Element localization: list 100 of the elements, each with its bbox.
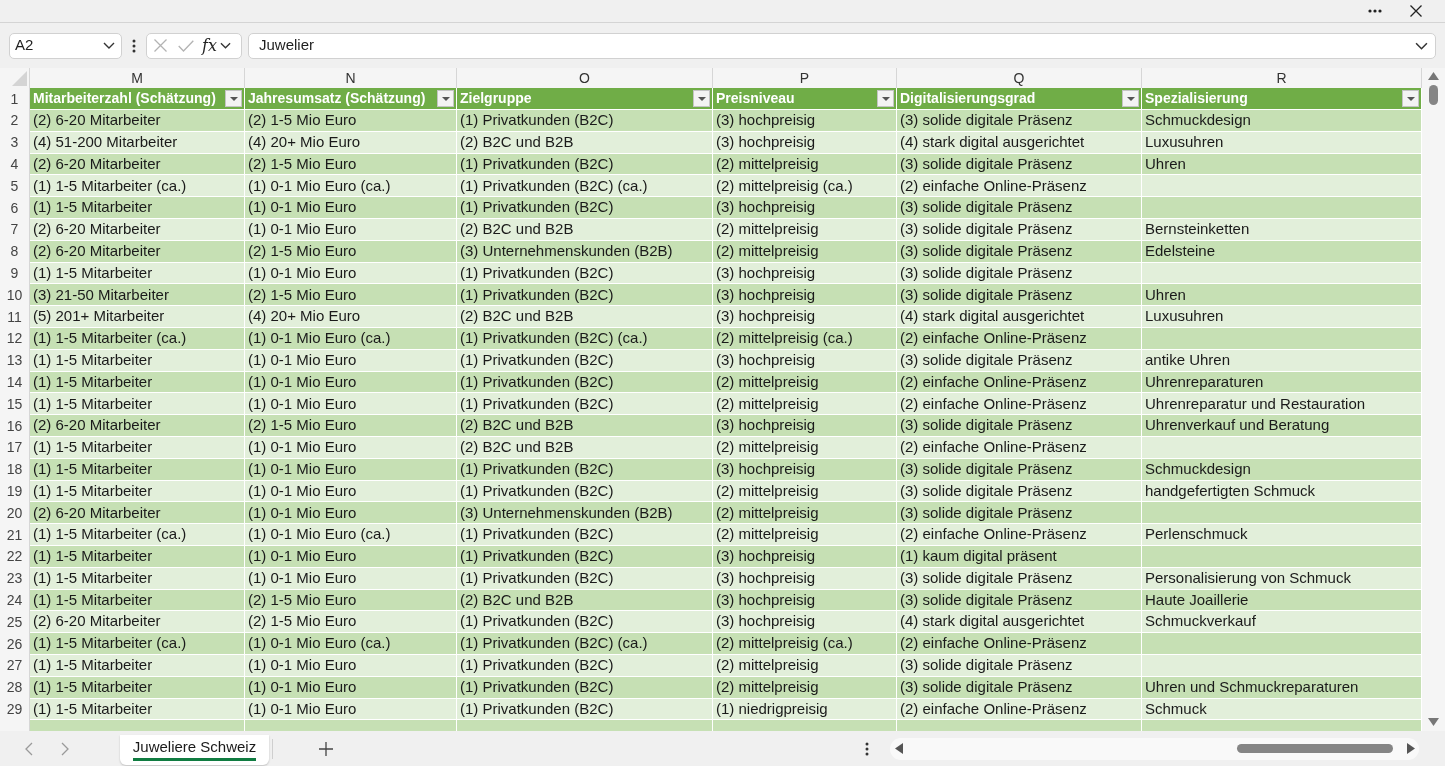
table-cell: Schmuck	[1142, 698, 1422, 721]
table-cell: (1) 0-1 Mio Euro (ca.)	[245, 175, 457, 198]
row-header[interactable]: 28	[0, 676, 30, 699]
add-sheet-icon[interactable]	[319, 741, 333, 756]
horizontal-scrollbar[interactable]	[890, 737, 1419, 760]
row-header[interactable]: 23	[0, 567, 30, 590]
table-cell: (2) 6-20 Mitarbeiter	[30, 240, 245, 263]
table-cell: (1) 0-1 Mio Euro	[245, 567, 457, 590]
row-header[interactable]: 26	[0, 633, 30, 655]
scroll-up-icon[interactable]	[1428, 72, 1439, 80]
row-header[interactable]: 17	[0, 436, 30, 459]
row-header[interactable]: 3	[0, 131, 30, 154]
table-cell: (3) hochpreisig	[713, 197, 897, 219]
table-cell: (1) Privatkunden (B2C)	[457, 371, 713, 394]
table-cell: (2) mittelpreisig	[713, 153, 897, 176]
table-cell: (1) 0-1 Mio Euro	[245, 698, 457, 721]
row-header[interactable]: 25	[0, 611, 30, 634]
row-header[interactable]: 4	[0, 153, 30, 176]
table-cell: (3) solide digitale Präsenz	[897, 480, 1142, 503]
table-cell: (3) hochpreisig	[713, 349, 897, 372]
table-cell: (1) 0-1 Mio Euro	[245, 545, 457, 568]
scroll-down-icon[interactable]	[1428, 718, 1439, 726]
table-cell: (3) solide digitale Präsenz	[897, 219, 1142, 241]
table-cell: (3) solide digitale Präsenz	[897, 262, 1142, 285]
more-icon[interactable]	[1368, 9, 1382, 13]
row-header[interactable]: 27	[0, 654, 30, 677]
table-cell: (2) 1-5 Mio Euro	[245, 110, 457, 132]
row-header[interactable]: 22	[0, 545, 30, 568]
table-cell: (1) 1-5 Mitarbeiter	[30, 262, 245, 285]
table-cell: (1) 1-5 Mitarbeiter	[30, 589, 245, 612]
filter-button[interactable]	[1122, 90, 1139, 107]
row-header[interactable]: 11	[0, 306, 30, 328]
table-cell: Edelsteine	[1142, 240, 1422, 263]
table-cell: (2) mittelpreisig (ca.)	[713, 175, 897, 198]
table-cell: (1) 0-1 Mio Euro	[245, 371, 457, 394]
row-header[interactable]: 16	[0, 415, 30, 437]
caret-icon	[229, 96, 238, 101]
column-title: Digitalisierungsgrad	[900, 89, 1036, 108]
row-header[interactable]: 2	[0, 110, 30, 132]
dots-icon[interactable]	[865, 741, 869, 756]
table-cell: (1) Privatkunden (B2C)	[457, 524, 713, 546]
caret-icon	[103, 42, 115, 49]
row-header[interactable]: 19	[0, 480, 30, 503]
row-header[interactable]: 1	[0, 88, 30, 110]
table-cell: Uhrenreparatur und Restauration	[1142, 393, 1422, 416]
close-icon[interactable]	[1410, 5, 1422, 17]
table-cell: (2) mittelpreisig	[713, 371, 897, 394]
row-header[interactable]: 14	[0, 371, 30, 394]
table-cell: (1) niedrigpreisig	[713, 698, 897, 721]
row-header[interactable]: 10	[0, 284, 30, 307]
row-header[interactable]: 21	[0, 524, 30, 546]
scrollbar-thumb[interactable]	[1429, 85, 1438, 105]
row-header[interactable]: 15	[0, 393, 30, 416]
table-cell: (1) Privatkunden (B2C)	[457, 654, 713, 677]
table-cell: (2) B2C und B2B	[457, 436, 713, 459]
table-cell: (2) mittelpreisig	[713, 654, 897, 677]
scrollbar-thumb[interactable]	[1237, 744, 1393, 753]
table-cell: (2) 1-5 Mio Euro	[245, 240, 457, 263]
table-cell: (3) solide digitale Präsenz	[897, 458, 1142, 481]
name-box[interactable]: A2	[9, 32, 122, 59]
row-header[interactable]: 7	[0, 219, 30, 241]
dots-icon[interactable]	[132, 38, 136, 53]
row-header[interactable]: 20	[0, 502, 30, 525]
table-cell: (3) Unternehmenskunden (B2B)	[457, 240, 713, 263]
table-cell: (1) 0-1 Mio Euro (ca.)	[245, 524, 457, 546]
row-header[interactable]: 24	[0, 589, 30, 612]
table-cell: (1) 0-1 Mio Euro	[245, 349, 457, 372]
caret-icon[interactable]	[1415, 41, 1428, 50]
table-cell: Schmuckdesign	[1142, 458, 1422, 481]
table-cell: (2) B2C und B2B	[457, 219, 713, 241]
row-header[interactable]: 12	[0, 327, 30, 350]
filter-button[interactable]	[225, 90, 242, 107]
table-cell: (2) einfache Online-Präsenz	[897, 633, 1142, 655]
insert-function-button[interactable]: fx	[202, 35, 217, 56]
filter-button[interactable]	[1402, 90, 1419, 107]
caret-icon[interactable]	[219, 42, 231, 49]
table-cell: (1) 1-5 Mitarbeiter (ca.)	[30, 175, 245, 198]
table-cell: (1) Privatkunden (B2C)	[457, 393, 713, 416]
row-header[interactable]: 5	[0, 175, 30, 198]
scroll-left-icon[interactable]	[895, 743, 903, 754]
row-header[interactable]: 29	[0, 698, 30, 721]
table-cell: (2) B2C und B2B	[457, 306, 713, 328]
sheet-tab[interactable]: Juweliere Schweiz	[120, 734, 269, 765]
row-header[interactable]: 6	[0, 197, 30, 219]
table-cell: (1) 0-1 Mio Euro (ca.)	[245, 327, 457, 350]
filter-button[interactable]	[693, 90, 710, 107]
row-header[interactable]: 13	[0, 349, 30, 372]
table-cell: (3) hochpreisig	[713, 415, 897, 437]
table-cell: Uhren	[1142, 284, 1422, 307]
row-header[interactable]: 8	[0, 240, 30, 263]
scroll-right-icon[interactable]	[1407, 743, 1415, 754]
filter-button[interactable]	[877, 90, 894, 107]
row-header[interactable]: 9	[0, 262, 30, 285]
table-cell: Haute Joaillerie	[1142, 589, 1422, 612]
filter-button[interactable]	[437, 90, 454, 107]
row-header[interactable]: 18	[0, 458, 30, 481]
formula-field[interactable]: Juwelier	[248, 32, 1436, 59]
table-cell: (1) kaum digital präsent	[897, 545, 1142, 568]
table-cell: (1) 0-1 Mio Euro	[245, 219, 457, 241]
table-cell: (3) hochpreisig	[713, 110, 897, 132]
